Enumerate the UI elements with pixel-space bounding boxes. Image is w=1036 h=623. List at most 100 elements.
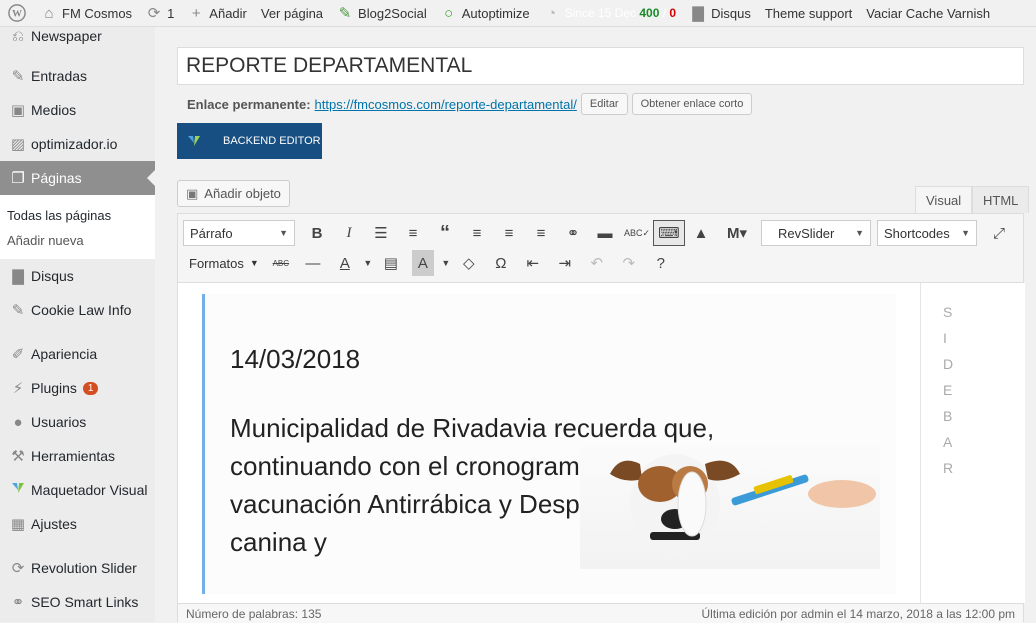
align-left-icon[interactable]: ≡	[461, 220, 493, 246]
sidebar-item-ajustes[interactable]: ▦ Ajustes	[0, 507, 155, 541]
newspaper-icon: ⎌	[11, 27, 24, 45]
blog2social-link[interactable]: ✎ Blog2Social	[330, 0, 434, 26]
editor-content[interactable]: 14/03/2018 Municipalidad de Rivadavia re…	[178, 283, 921, 603]
sidebar-item-herramientas[interactable]: ⚒ Herramientas	[0, 439, 155, 473]
user-icon: ●	[13, 413, 23, 431]
media-icon: ▣	[186, 185, 199, 201]
since-stats-link[interactable]: ◔ Since 15 Dec 400 / 0	[537, 0, 683, 26]
sidebar-item-optimizador[interactable]: ▨ optimizador.io	[0, 127, 155, 161]
dog-vaccine-image	[580, 444, 880, 569]
italic-icon[interactable]: I	[333, 220, 365, 246]
submenu-all-pages[interactable]: Todas las páginas	[0, 203, 155, 228]
sidebar-placeholder-column: S I D E B A R	[920, 283, 1025, 603]
updates-link[interactable]: ⟳ 1	[139, 0, 181, 26]
sidebar-item-entradas[interactable]: ✎ Entradas	[0, 59, 155, 93]
edit-permalink-button[interactable]: Editar	[580, 93, 628, 115]
get-shortlink-button[interactable]: Obtener enlace corto	[631, 93, 753, 115]
word-count: Número de palabras: 135	[186, 606, 322, 621]
brush-icon: ✐	[11, 346, 25, 363]
sidebar-item-cookie-law[interactable]: ✎ Cookie Law Info	[0, 293, 155, 327]
sidebar-item-maquetador[interactable]: Maquetador Visual	[0, 473, 155, 507]
text-color-icon[interactable]: A	[329, 250, 361, 276]
editor-status-bar: Número de palabras: 135 Última edición p…	[178, 603, 1023, 623]
add-new-link[interactable]: + Añadir	[181, 0, 254, 26]
sidebar-item-disqus[interactable]: ▇ Disqus	[0, 259, 155, 293]
permalink-row: Enlace permanente: https://fmcosmos.com/…	[187, 93, 753, 115]
text-color-caret-icon[interactable]: ▼	[361, 250, 375, 276]
redo-icon[interactable]: ↷	[613, 250, 645, 276]
editor-container: Párrafo ▼ B I ☰ ≡ “ ≡ ≡ ≡ ⚭ ▬ ABC✓ ⌨ ▲ M▾…	[177, 213, 1025, 623]
admin-bar: W ⌂ FM Cosmos ⟳ 1 + Añadir Ver página ✎ …	[0, 0, 1036, 27]
background-color-icon[interactable]: A	[411, 250, 434, 276]
comment-icon: ▇	[692, 5, 704, 22]
link-icon: ⚭	[11, 594, 25, 611]
revslider-select[interactable]: RevSlider ▼	[761, 220, 871, 246]
plugins-update-badge: 1	[82, 381, 99, 395]
sidebar-item-usuarios[interactable]: ● Usuarios	[0, 405, 155, 439]
pin-icon: ✎	[11, 302, 25, 319]
editor-toolbar: Párrafo ▼ B I ☰ ≡ “ ≡ ≡ ≡ ⚭ ▬ ABC✓ ⌨ ▲ M▾…	[178, 214, 1023, 283]
wordpress-logo-icon[interactable]: W	[0, 0, 34, 26]
spellcheck-icon[interactable]: ABC✓	[621, 220, 653, 246]
disqus-link[interactable]: ▇ Disqus	[683, 0, 758, 26]
sidebar-item-medios[interactable]: ▣ Medios	[0, 93, 155, 127]
sidebar-item-paginas[interactable]: ❐ Páginas	[0, 161, 155, 195]
horizontal-line-icon[interactable]: —	[297, 250, 329, 276]
toolbar-toggle-icon[interactable]: ⌨	[653, 220, 685, 246]
sidebar-item-plugins[interactable]: ⚡ Plugins 1	[0, 371, 155, 405]
blockquote-icon[interactable]: “	[429, 220, 461, 246]
add-media-button[interactable]: ▣ Añadir objeto	[177, 180, 290, 207]
site-name-link[interactable]: ⌂ FM Cosmos	[34, 0, 139, 26]
purge-varnish-link[interactable]: Vaciar Cache Varnish	[859, 0, 997, 26]
indent-icon[interactable]: ⇥	[549, 250, 581, 276]
sidebar-item-seo-smart-links[interactable]: ⚭ SEO Smart Links	[0, 585, 155, 619]
undo-icon[interactable]: ↶	[581, 250, 613, 276]
svg-text:W: W	[12, 9, 22, 20]
settings-icon: ▦	[10, 516, 26, 533]
admin-sidebar: ⎌ Newspaper ✎ Entradas ▣ Medios ▨ optimi…	[0, 27, 155, 622]
wrench-icon: ⚒	[11, 448, 25, 465]
tab-html[interactable]: HTML	[972, 186, 1030, 213]
sidebar-item-newspaper[interactable]: ⎌ Newspaper	[0, 27, 155, 49]
vc-icon	[5, 481, 31, 499]
spy-icon[interactable]: ▲	[685, 220, 717, 246]
theme-support-link[interactable]: Theme support	[758, 0, 859, 26]
tab-visual[interactable]: Visual	[915, 186, 973, 213]
pages-submenu: Todas las páginas Añadir nueva	[0, 195, 155, 259]
comment-icon: ▇	[12, 268, 24, 285]
refresh-icon: ⟳	[147, 5, 161, 22]
special-char-icon[interactable]: Ω	[485, 250, 517, 276]
formats-dropdown[interactable]: Formatos ▼	[183, 256, 265, 271]
autoptimize-link[interactable]: ○ Autoptimize	[434, 0, 537, 26]
content-date: 14/03/2018	[230, 344, 361, 374]
post-title-input[interactable]	[177, 47, 1024, 85]
paste-text-icon[interactable]: ▤	[375, 250, 407, 276]
outdent-icon[interactable]: ⇤	[517, 250, 549, 276]
pin-icon: ✎	[11, 68, 25, 85]
plus-icon: +	[191, 4, 201, 22]
link-icon[interactable]: ⚭	[557, 220, 589, 246]
m-dropdown-icon[interactable]: M▾	[717, 220, 757, 246]
home-icon: ⌂	[44, 4, 54, 22]
format-select[interactable]: Párrafo ▼	[183, 220, 295, 246]
sidebar-item-apariencia[interactable]: ✐ Apariencia	[0, 337, 155, 371]
align-center-icon[interactable]: ≡	[493, 220, 525, 246]
read-more-icon[interactable]: ▬	[589, 220, 621, 246]
fullscreen-icon[interactable]: ⤢	[983, 220, 1015, 246]
background-color-caret-icon[interactable]: ▼	[439, 250, 453, 276]
submenu-add-new[interactable]: Añadir nueva	[0, 228, 155, 253]
backend-editor-button[interactable]: BACKEND EDITOR	[177, 123, 322, 159]
numbered-list-icon[interactable]: ≡	[397, 220, 429, 246]
permalink-link[interactable]: https://fmcosmos.com/reporte-departament…	[315, 97, 577, 112]
help-icon[interactable]: ?	[645, 250, 677, 276]
refresh-icon: ⟳	[11, 560, 25, 577]
strikethrough-icon[interactable]: ABC	[265, 250, 297, 276]
pages-icon: ❐	[11, 170, 25, 187]
shortcodes-select[interactable]: Shortcodes ▼	[877, 220, 977, 246]
clear-formatting-icon[interactable]: ◇	[453, 250, 485, 276]
bullet-list-icon[interactable]: ☰	[365, 220, 397, 246]
view-page-link[interactable]: Ver página	[254, 0, 330, 26]
sidebar-item-revslider[interactable]: ⟳ Revolution Slider	[0, 551, 155, 585]
align-right-icon[interactable]: ≡	[525, 220, 557, 246]
bold-icon[interactable]: B	[301, 220, 333, 246]
